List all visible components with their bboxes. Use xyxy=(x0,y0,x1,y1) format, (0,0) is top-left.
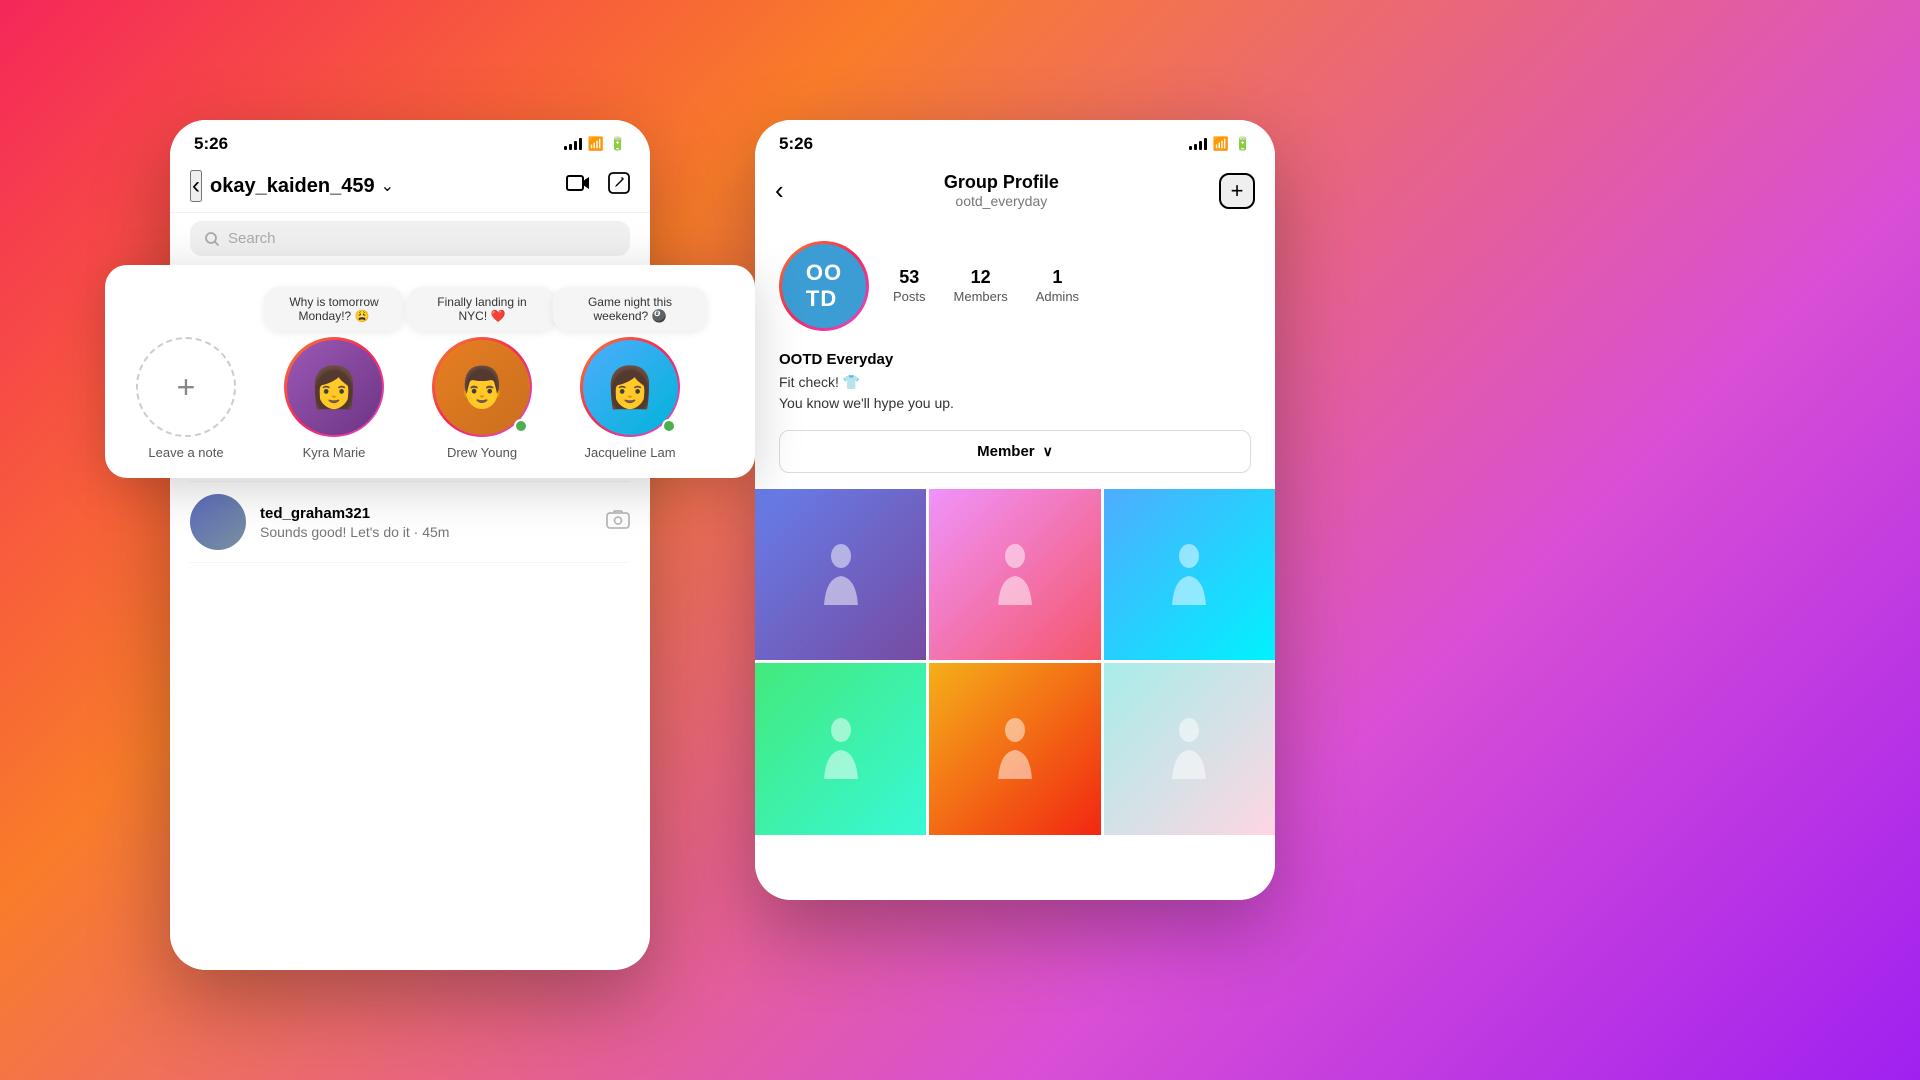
battery-icon-right: 🔋 xyxy=(1235,136,1251,152)
video-camera-icon xyxy=(566,173,590,193)
group-bio: OOTD Everyday Fit check! 👕 You know we'l… xyxy=(755,351,1275,430)
photo-2-inner xyxy=(929,489,1100,660)
photo-4-inner xyxy=(755,663,926,834)
search-icon xyxy=(204,231,220,247)
group-avatar: OOTD xyxy=(779,241,869,331)
photo-cell-6[interactable] xyxy=(1104,663,1275,834)
add-to-group-button[interactable]: + xyxy=(1219,173,1255,209)
note-item-jacqueline[interactable]: Game night thisweekend? 🎱 👩 Jacqueline L… xyxy=(565,287,695,460)
notes-row: + Leave a note Why is tomorrowMonday!? 😩… xyxy=(121,287,739,460)
status-bar-left: 5:26 📶 🔋 xyxy=(170,120,650,160)
member-chevron-icon: ∨ xyxy=(1043,443,1053,460)
status-time-right: 5:26 xyxy=(779,134,813,154)
members-label: Members xyxy=(954,289,1008,304)
note-name-drew: Drew Young xyxy=(447,445,517,460)
nav-title-left: okay_kaiden_459 ⌄ xyxy=(210,175,566,198)
photo-3-inner xyxy=(1104,489,1275,660)
edit-pencil-icon xyxy=(608,172,630,194)
online-indicator-drew xyxy=(514,419,528,433)
group-desc-line1: Fit check! 👕 xyxy=(779,374,860,390)
note-bubble-jacqueline: Game night thisweekend? 🎱 xyxy=(553,287,708,331)
posts-count: 53 xyxy=(893,267,926,288)
note-bubble-kyra: Why is tomorrowMonday!? 😩 xyxy=(264,287,404,331)
group-desc-line2: You know we'll hype you up. xyxy=(779,395,954,411)
plus-icon: + xyxy=(177,369,196,406)
wifi-icon: 📶 xyxy=(588,136,604,152)
search-bar[interactable]: Search xyxy=(190,221,630,256)
admins-count: 1 xyxy=(1036,267,1079,288)
group-avatar-inner: OOTD xyxy=(782,244,866,328)
group-header: ‹ Group Profile ootd_everyday + xyxy=(755,160,1275,221)
member-btn-wrap: Member ∨ xyxy=(755,430,1275,489)
stat-admins: 1 Admins xyxy=(1036,267,1079,306)
video-call-button[interactable] xyxy=(566,173,590,199)
camera-icon-3[interactable] xyxy=(606,509,630,535)
online-indicator-jacqueline xyxy=(662,419,676,433)
status-icons-right: 📶 🔋 xyxy=(1189,136,1251,152)
stat-members: 12 Members xyxy=(954,267,1008,306)
plus-square-icon: + xyxy=(1231,178,1244,204)
signal-icon-right xyxy=(1189,138,1207,150)
photo-cell-1[interactable] xyxy=(755,489,926,660)
group-info: OOTD 53 Posts 12 Members 1 Admins xyxy=(755,221,1275,351)
member-label: Member xyxy=(977,443,1035,460)
wifi-icon-right: 📶 xyxy=(1213,136,1229,152)
chat-title: okay_kaiden_459 xyxy=(210,175,375,198)
photo-5-inner xyxy=(929,663,1100,834)
message-content-3: ted_graham321 Sounds good! Let's do it ·… xyxy=(260,505,592,540)
battery-icon: 🔋 xyxy=(610,136,626,152)
photo-grid xyxy=(755,489,1275,835)
search-row: Search xyxy=(170,213,650,264)
title-chevron-icon: ⌄ xyxy=(381,176,394,196)
note-name-kyra: Kyra Marie xyxy=(303,445,366,460)
preview-ted: Sounds good! Let's do it · 45m xyxy=(260,524,592,540)
note-item-drew[interactable]: Finally landing inNYC! ❤️ 👨 Drew Young xyxy=(417,287,547,460)
message-actions-3 xyxy=(606,509,630,535)
status-bar-right: 5:26 📶 🔋 xyxy=(755,120,1275,160)
note-bubble-drew: Finally landing inNYC! ❤️ xyxy=(407,287,557,331)
photo-cell-4[interactable] xyxy=(755,663,926,834)
admins-label: Admins xyxy=(1036,289,1079,304)
nav-actions-left xyxy=(566,172,630,200)
status-icons-left: 📶 🔋 xyxy=(564,136,626,152)
group-profile-title: Group Profile xyxy=(944,172,1059,193)
avatar-ted xyxy=(190,494,246,550)
group-stats: 53 Posts 12 Members 1 Admins xyxy=(893,267,1079,306)
photo-1-inner xyxy=(755,489,926,660)
add-note-button[interactable]: + xyxy=(136,337,236,437)
note-item-self[interactable]: + Leave a note xyxy=(121,337,251,460)
member-button[interactable]: Member ∨ xyxy=(779,430,1251,473)
note-name-self: Leave a note xyxy=(148,445,223,460)
kyra-avatar-ring: 👩 xyxy=(284,337,384,437)
note-item-kyra[interactable]: Why is tomorrowMonday!? 😩 👩 Kyra Marie xyxy=(269,287,399,460)
signal-icon xyxy=(564,138,582,150)
message-item[interactable]: ted_graham321 Sounds good! Let's do it ·… xyxy=(190,482,630,563)
members-count: 12 xyxy=(954,267,1008,288)
group-profile-subtitle: ootd_everyday xyxy=(944,193,1059,209)
back-button-right[interactable]: ‹ xyxy=(775,175,784,206)
notes-card: + Leave a note Why is tomorrowMonday!? 😩… xyxy=(105,265,755,478)
nav-bar-left: ‹ okay_kaiden_459 ⌄ xyxy=(170,160,650,213)
status-time-left: 5:26 xyxy=(194,134,228,154)
right-phone: 5:26 📶 🔋 ‹ Group Profile ootd_everyday xyxy=(755,120,1275,900)
photo-cell-2[interactable] xyxy=(929,489,1100,660)
group-name: OOTD Everyday xyxy=(779,351,1251,368)
group-description: Fit check! 👕 You know we'll hype you up. xyxy=(779,372,1251,414)
username-ted: ted_graham321 xyxy=(260,505,592,522)
kyra-avatar: 👩 xyxy=(287,340,382,435)
group-title-wrap: Group Profile ootd_everyday xyxy=(944,172,1059,209)
photo-6-inner xyxy=(1104,663,1275,834)
edit-button[interactable] xyxy=(608,172,630,200)
posts-label: Posts xyxy=(893,289,926,304)
back-button-left[interactable]: ‹ xyxy=(190,170,202,202)
search-placeholder: Search xyxy=(228,230,276,247)
note-name-jacqueline: Jacqueline Lam xyxy=(584,445,675,460)
photo-cell-3[interactable] xyxy=(1104,489,1275,660)
stat-posts: 53 Posts xyxy=(893,267,926,306)
left-phone: 5:26 📶 🔋 ‹ okay_kaiden_459 ⌄ xyxy=(170,120,650,970)
photo-cell-5[interactable] xyxy=(929,663,1100,834)
